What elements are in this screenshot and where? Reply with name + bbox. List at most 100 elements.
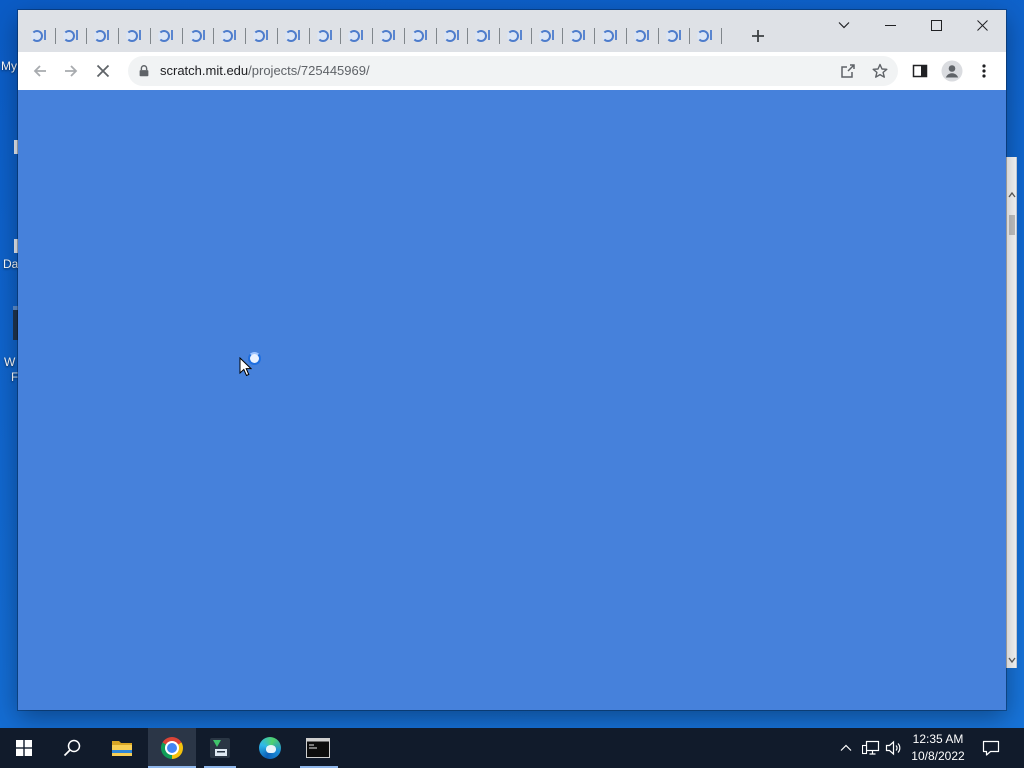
- tab-favicon: [62, 30, 78, 42]
- share-button[interactable]: [838, 61, 858, 81]
- tab-favicon: [602, 30, 618, 42]
- network-button[interactable]: [861, 728, 881, 768]
- file-explorer-icon: [112, 741, 132, 756]
- profile-icon: [941, 60, 963, 82]
- browser-tab[interactable]: [341, 23, 373, 49]
- minimize-button[interactable]: [867, 10, 913, 40]
- browser-tab[interactable]: [627, 23, 659, 49]
- browser-tab[interactable]: [246, 23, 278, 49]
- tab-favicon: [94, 30, 110, 42]
- browser-tab[interactable]: [278, 23, 310, 49]
- url-text[interactable]: scratch.mit.edu/projects/725445969/: [160, 63, 370, 79]
- browser-tab[interactable]: [437, 23, 469, 49]
- edge-icon: [259, 737, 281, 759]
- url-host: scratch.mit.edu: [160, 63, 249, 78]
- browser-tab[interactable]: [56, 23, 88, 49]
- chevron-up-icon: [840, 744, 852, 751]
- start-button[interactable]: [0, 728, 48, 768]
- search-icon: [63, 739, 81, 757]
- desktop-icon-label[interactable]: Da: [3, 257, 18, 271]
- tab-favicon: [189, 30, 205, 42]
- maximize-icon: [930, 19, 942, 31]
- share-icon: [841, 64, 855, 78]
- browser-tab[interactable]: [563, 23, 595, 49]
- taskbar-edge[interactable]: [246, 728, 294, 768]
- tab-favicon: [348, 30, 364, 42]
- tab-search-button[interactable]: [821, 10, 867, 40]
- notification-icon: [982, 740, 1000, 756]
- busy-spinner-icon: [248, 352, 261, 365]
- search-button[interactable]: [48, 728, 96, 768]
- browser-tab[interactable]: [151, 23, 183, 49]
- close-button[interactable]: [959, 10, 1005, 40]
- app-icon: [210, 738, 230, 758]
- taskbar-terminal[interactable]: [294, 728, 342, 768]
- toolbar: scratch.mit.edu/projects/725445969/: [18, 52, 1006, 90]
- new-tab-button[interactable]: [751, 29, 765, 43]
- tab-favicon: [507, 30, 523, 42]
- tab-favicon: [475, 30, 491, 42]
- browser-tab[interactable]: [690, 23, 722, 49]
- browser-tab[interactable]: [500, 23, 532, 49]
- background-window[interactable]: [1006, 157, 1017, 668]
- desktop-icon-label[interactable]: W: [4, 355, 15, 369]
- tab-favicon: [697, 30, 713, 42]
- taskbar: 12:35 AM 10/8/2022: [0, 728, 1024, 768]
- tab-favicon: [411, 30, 427, 42]
- back-button[interactable]: [24, 55, 56, 87]
- browser-tab[interactable]: [468, 23, 500, 49]
- taskbar-chrome[interactable]: [148, 728, 196, 768]
- scrollbar-thumb[interactable]: [1009, 215, 1015, 235]
- clock-time: 12:35 AM: [912, 732, 964, 746]
- tab-favicon: [665, 30, 681, 42]
- browser-tab[interactable]: [659, 23, 691, 49]
- profile-button[interactable]: [936, 55, 968, 87]
- tab-favicon: [538, 30, 554, 42]
- side-panel-button[interactable]: [904, 55, 936, 87]
- star-icon: [872, 63, 888, 78]
- page-content[interactable]: [18, 90, 1006, 710]
- network-icon: [862, 740, 880, 755]
- side-panel-icon: [912, 64, 928, 78]
- browser-tab[interactable]: [595, 23, 627, 49]
- chevron-down-icon: [838, 22, 850, 29]
- tab-favicon: [380, 30, 396, 42]
- scroll-up-icon[interactable]: [1008, 191, 1016, 199]
- back-arrow-icon: [33, 65, 46, 77]
- tab-favicon: [316, 30, 332, 42]
- browser-tab[interactable]: [119, 23, 151, 49]
- browser-tab[interactable]: [24, 23, 56, 49]
- lock-icon: [139, 65, 149, 77]
- taskbar-app[interactable]: [196, 728, 244, 768]
- forward-button[interactable]: [55, 55, 87, 87]
- action-center-button[interactable]: [981, 728, 1001, 768]
- stop-loading-icon: [96, 64, 110, 78]
- browser-tab[interactable]: [310, 23, 342, 49]
- browser-tab[interactable]: [214, 23, 246, 49]
- browser-tab[interactable]: [532, 23, 564, 49]
- browser-tab[interactable]: [183, 23, 215, 49]
- maximize-button[interactable]: [913, 10, 959, 40]
- tab-favicon: [633, 30, 649, 42]
- tab-strip: [18, 10, 1006, 52]
- browser-tab[interactable]: [87, 23, 119, 49]
- scroll-down-icon[interactable]: [1008, 656, 1016, 664]
- browser-tab[interactable]: [373, 23, 405, 49]
- address-bar[interactable]: scratch.mit.edu/projects/725445969/: [128, 56, 898, 86]
- clock[interactable]: 12:35 AM 10/8/2022: [906, 731, 970, 765]
- close-icon: [976, 19, 988, 31]
- browser-tab[interactable]: [405, 23, 437, 49]
- tab-favicon: [221, 30, 237, 42]
- volume-button[interactable]: [884, 728, 904, 768]
- taskbar-file-explorer[interactable]: [98, 728, 146, 768]
- terminal-icon: [306, 738, 330, 758]
- clock-date: 10/8/2022: [911, 749, 965, 763]
- tab-favicon: [570, 30, 586, 42]
- stop-loading-button[interactable]: [87, 55, 119, 87]
- bookmark-button[interactable]: [870, 61, 890, 81]
- show-hidden-icons-button[interactable]: [838, 728, 854, 768]
- menu-icon: [982, 64, 986, 78]
- desktop-icon-label[interactable]: My: [1, 59, 17, 73]
- site-info-button[interactable]: [134, 61, 154, 81]
- menu-button[interactable]: [968, 55, 1000, 87]
